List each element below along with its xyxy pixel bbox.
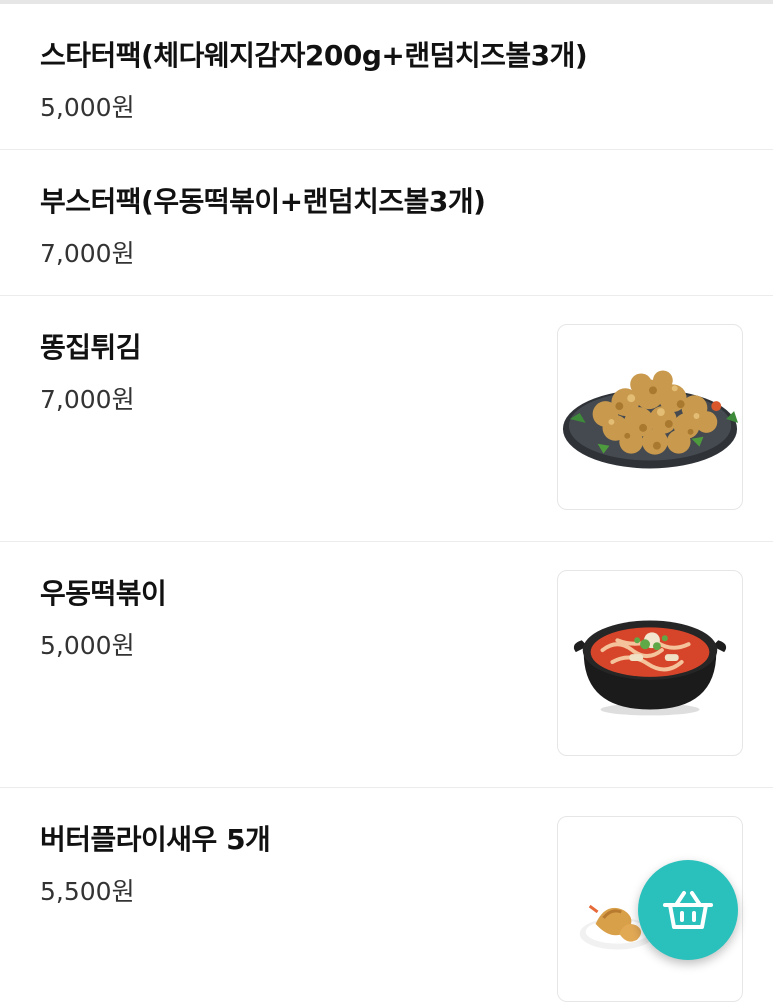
menu-item-price: 5,000원 [40,631,135,660]
menu-item-starter-pack[interactable]: 스타터팩(체다웨지감자200g+랜덤치즈볼3개) 5,000원 [0,4,773,150]
fried-gizzard-photo[interactable] [557,324,743,510]
menu-item-fried-gizzard[interactable]: 똥집튀김 7,000원 [0,296,773,542]
fried-gizzard-image [562,370,739,469]
menu-item-name: 똥집튀김 [40,331,142,364]
menu-item-price: 5,000원 [40,93,135,122]
basket-icon [663,891,713,929]
cart-button[interactable] [638,860,738,960]
udon-tteokbokki-image [573,620,727,716]
menu-item-name: 스타터팩(체다웨지감자200g+랜덤치즈볼3개) [40,39,588,72]
menu-item-price: 7,000원 [40,385,135,414]
menu-item-price: 7,000원 [40,239,135,268]
menu-item-name: 우동떡볶이 [40,577,167,610]
menu-item-name: 버터플라이새우 5개 [40,823,271,856]
menu-item-price: 5,500원 [40,877,135,906]
menu-item-booster-pack[interactable]: 부스터팩(우동떡볶이+랜덤치즈볼3개) 7,000원 [0,150,773,296]
menu-item-udon-tteokbokki[interactable]: 우동떡볶이 5,000원 [0,542,773,788]
menu-item-name: 부스터팩(우동떡볶이+랜덤치즈볼3개) [40,185,486,218]
udon-tteokbokki-photo[interactable] [557,570,743,756]
